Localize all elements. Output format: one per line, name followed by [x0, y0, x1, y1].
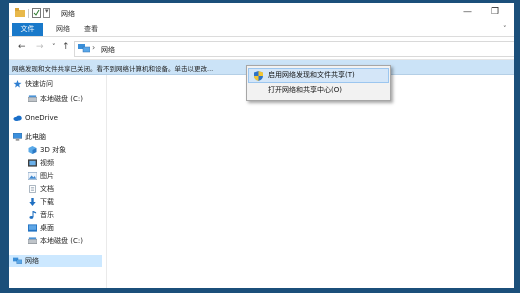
star-icon: [13, 80, 22, 88]
sidebar-item-downloads[interactable]: 下载: [28, 196, 103, 208]
title-bar: ▾ 网络 — ❐: [9, 3, 514, 23]
expand-ribbon-button[interactable]: ˅: [503, 25, 507, 33]
drive-icon: [28, 95, 37, 102]
tab-network[interactable]: 网络: [56, 23, 70, 36]
document-icon: [29, 185, 36, 193]
divider: [28, 9, 29, 18]
computer-icon: [13, 133, 22, 141]
address-bar[interactable]: › 网络: [74, 41, 514, 57]
maximize-button[interactable]: ❐: [491, 7, 499, 17]
sidebar-item-desktop[interactable]: 桌面: [28, 222, 103, 234]
breadcrumb-chevron-icon[interactable]: ›: [92, 43, 95, 52]
sidebar-item-videos[interactable]: 视频: [28, 157, 103, 169]
sidebar-item-3d-objects[interactable]: 3D 对象: [28, 144, 103, 156]
music-icon: [29, 211, 37, 219]
picture-icon: [28, 172, 37, 180]
breadcrumb-network[interactable]: 网络: [101, 45, 115, 55]
file-list-area[interactable]: [107, 75, 514, 288]
navigation-bar: ← → ˅ ↑ › 网络: [9, 37, 514, 60]
folder-icon: [15, 8, 25, 17]
sidebar-item-network[interactable]: 网络: [9, 255, 102, 267]
ribbon-tabs: 文件 网络 查看 ˅: [9, 23, 514, 37]
menu-item-enable-network-discovery[interactable]: 启用网络发现和文件共享(T): [248, 68, 389, 83]
video-icon: [28, 159, 37, 167]
navigation-pane: 快速访问 本地磁盘 (C:) OneDrive 此电脑 3D 对象 视频 图片: [9, 75, 107, 288]
minimize-button[interactable]: —: [463, 7, 472, 17]
sidebar-item-local-disk-c[interactable]: 本地磁盘 (C:): [28, 235, 103, 247]
tab-view[interactable]: 查看: [84, 23, 98, 36]
desktop-icon: [28, 224, 37, 232]
infobar-context-menu: 启用网络发现和文件共享(T) 打开网络和共享中心(O): [246, 65, 391, 101]
network-icon: [78, 44, 90, 53]
sidebar-item-this-pc[interactable]: 此电脑: [13, 131, 103, 143]
shield-icon: [254, 71, 263, 81]
cloud-icon: [13, 115, 22, 121]
sidebar-item-local-disk[interactable]: 本地磁盘 (C:): [28, 93, 103, 105]
cube-icon: [28, 146, 37, 154]
customize-toolbar-icon[interactable]: ▾: [45, 7, 49, 15]
sidebar-item-pictures[interactable]: 图片: [28, 170, 103, 182]
drive-icon: [28, 237, 37, 244]
window-title: 网络: [61, 10, 75, 18]
forward-button[interactable]: →: [36, 42, 44, 52]
download-icon: [29, 198, 36, 206]
recent-locations-button[interactable]: ˅: [52, 43, 56, 51]
up-button[interactable]: ↑: [62, 42, 70, 52]
infobar-message: 网络发现和文件共享已关闭。看不到网络计算机和设备。单击以更改...: [12, 65, 214, 73]
sidebar-item-quick-access[interactable]: 快速访问: [13, 78, 103, 90]
sidebar-item-music[interactable]: 音乐: [28, 209, 103, 221]
properties-icon[interactable]: [32, 8, 41, 18]
tab-file[interactable]: 文件: [12, 23, 43, 36]
sidebar-item-onedrive[interactable]: OneDrive: [13, 112, 103, 124]
back-button[interactable]: ←: [18, 42, 26, 52]
network-icon: [13, 257, 22, 264]
menu-item-open-network-sharing-center[interactable]: 打开网络和共享中心(O): [249, 84, 388, 97]
explorer-window: ▾ 网络 — ❐ 文件 网络 查看 ˅ ← → ˅ ↑ › 网络 网络发现和文件…: [9, 3, 514, 288]
sidebar-item-documents[interactable]: 文档: [28, 183, 103, 195]
